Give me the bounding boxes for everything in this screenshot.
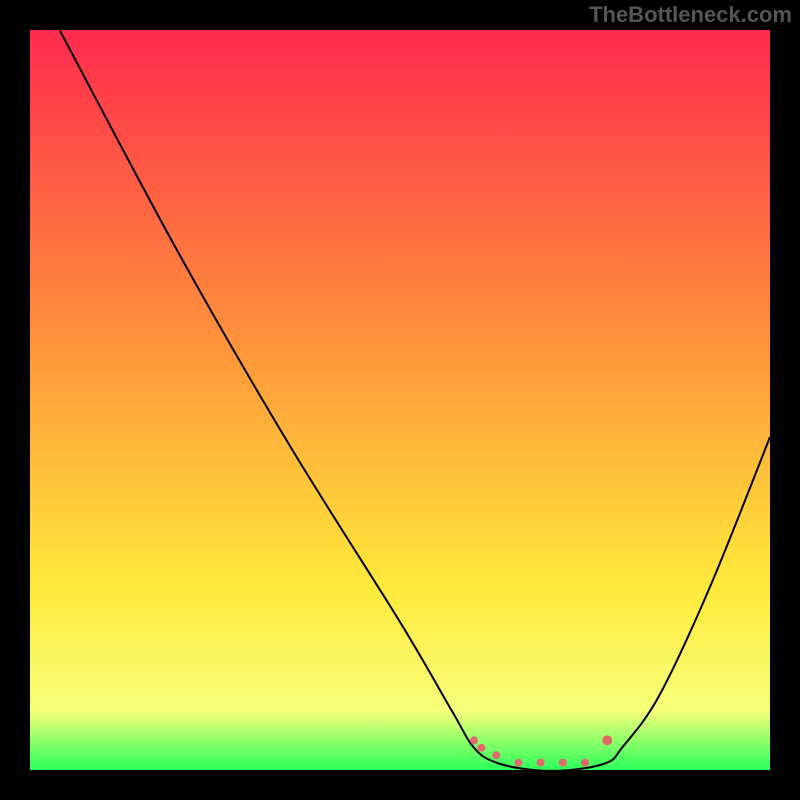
chart-container: TheBottleneck.com bbox=[0, 0, 800, 800]
watermark-text: TheBottleneck.com bbox=[589, 2, 792, 28]
plot-background bbox=[30, 30, 770, 770]
marker-dot bbox=[559, 759, 567, 767]
bottleneck-chart bbox=[0, 0, 800, 800]
marker-dot bbox=[514, 759, 522, 767]
marker-dot bbox=[470, 736, 478, 744]
marker-dot bbox=[581, 759, 589, 767]
marker-dot bbox=[492, 751, 500, 759]
marker-dot bbox=[537, 759, 545, 767]
marker-dot bbox=[602, 735, 612, 745]
marker-dot bbox=[477, 744, 485, 752]
